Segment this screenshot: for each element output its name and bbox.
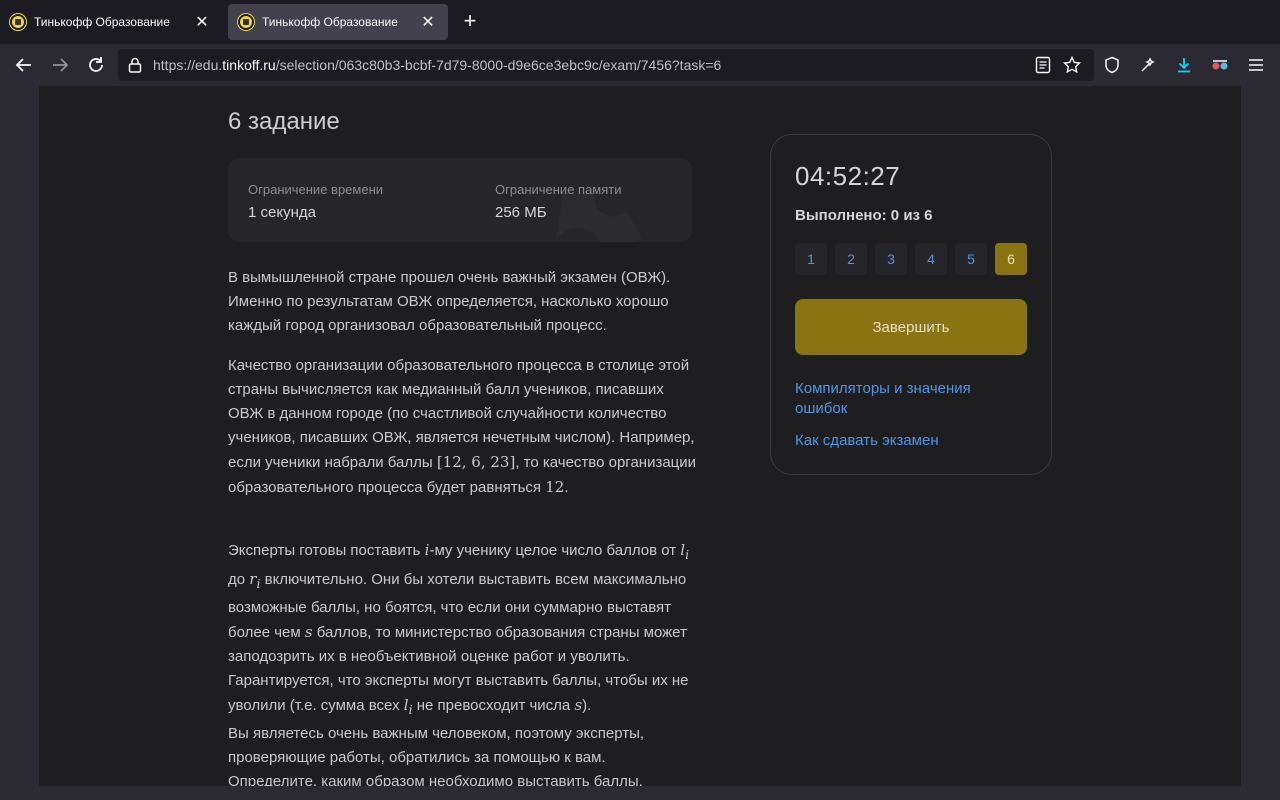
task-navigation: 1 2 3 4 5 6 <box>795 243 1027 275</box>
close-tab-icon[interactable]: ✕ <box>418 12 438 32</box>
statement-paragraph-1: В вымышленной стране прошел очень важный… <box>228 269 671 334</box>
browser-tab-2-active[interactable]: Тинькофф Образование ✕ <box>228 4 448 40</box>
exam-status-card: 04:52:27 Выполнено: 0 из 6 1 2 3 4 5 6 З… <box>770 134 1052 475</box>
reader-view-icon[interactable] <box>1035 56 1051 79</box>
statement-paragraph-4: Вы являетесь очень важным человеком, поэ… <box>228 725 645 786</box>
lock-icon[interactable] <box>128 57 142 78</box>
url-prefix: https://edu. <box>153 57 223 73</box>
back-arrow-icon[interactable] <box>12 53 36 77</box>
task-button-6-active[interactable]: 6 <box>995 243 1027 275</box>
statement-paragraph-3: Эксперты готовы поставить i -му ученику ц… <box>228 538 698 722</box>
finish-exam-button[interactable]: Завершить <box>795 299 1027 355</box>
menu-hamburger-icon[interactable] <box>1244 53 1268 77</box>
task-button-3[interactable]: 3 <box>875 243 907 275</box>
time-limit-value: 1 секунда <box>248 204 316 221</box>
compilers-link[interactable]: Компиляторы и значения ошибок <box>795 379 1025 419</box>
p3-text-a: Эксперты готовы поставить <box>228 542 425 559</box>
var-s: s <box>304 623 313 641</box>
tinkoff-favicon-icon <box>10 14 26 30</box>
exam-timer: 04:52:27 <box>795 161 901 191</box>
limits-panel: Ограничение времени 1 секунда Ограничени… <box>228 158 692 242</box>
p3-text-g: ). <box>582 697 592 714</box>
statement-paragraph-2: Качество организации образовательного пр… <box>228 354 698 500</box>
p2-text-c: . <box>564 479 569 496</box>
page-content: 6 задание Ограничение времени 1 секунда … <box>39 86 1241 786</box>
var-s: s <box>574 696 583 714</box>
tinkoff-favicon-icon <box>238 14 254 30</box>
url-path: /selection/063c80b3-bcbf-7d79-8000-d9e6c… <box>275 57 722 73</box>
task-button-2[interactable]: 2 <box>835 243 867 275</box>
new-tab-icon[interactable]: + <box>458 10 482 34</box>
reload-icon[interactable] <box>84 53 108 77</box>
time-limit: Ограничение времени 1 секунда <box>248 182 383 221</box>
window-bottom-edge <box>0 786 1280 800</box>
task-button-1[interactable]: 1 <box>795 243 827 275</box>
memory-limit: Ограничение памяти 256 МБ <box>495 182 622 221</box>
task-button-5[interactable]: 5 <box>955 243 987 275</box>
task-title: 6 задание <box>228 108 340 135</box>
var-sub-i: i <box>685 547 690 562</box>
bookmark-star-icon[interactable] <box>1062 55 1082 79</box>
memory-limit-value: 256 МБ <box>495 204 547 221</box>
how-to-take-exam-link[interactable]: Как сдавать экзамен <box>795 431 1025 451</box>
extension-icon[interactable] <box>1208 53 1232 77</box>
time-limit-label: Ограничение времени <box>248 182 384 197</box>
example-scores: [12, 6, 23] <box>436 453 516 471</box>
p3-text-b: -му ученику целое число баллов от <box>429 542 681 559</box>
tab-title: Тинькофф Образование <box>262 15 398 29</box>
shield-icon[interactable] <box>1100 53 1124 77</box>
download-icon[interactable] <box>1172 53 1196 77</box>
tab-title: Тинькофф Образование <box>34 15 170 29</box>
browser-tab-1[interactable]: Тинькофф Образование ✕ <box>0 4 222 40</box>
p3-text-c: до <box>228 571 250 588</box>
task-button-4[interactable]: 4 <box>915 243 947 275</box>
forward-arrow-icon[interactable] <box>48 53 72 77</box>
example-median: 12 <box>545 478 565 496</box>
url-host: tinkoff.ru <box>222 57 276 73</box>
navigation-bar: https://edu.tinkoff.ru/selection/063c80b… <box>0 44 1280 86</box>
close-tab-icon[interactable]: ✕ <box>192 12 212 32</box>
tab-strip: Тинькофф Образование ✕ Тинькофф Образова… <box>0 0 1280 44</box>
customize-brush-icon[interactable] <box>1136 53 1160 77</box>
memory-limit-label: Ограничение памяти <box>495 182 622 197</box>
address-bar[interactable]: https://edu.tinkoff.ru/selection/063c80b… <box>118 49 1094 81</box>
progress-text: Выполнено: 0 из 6 <box>795 207 933 224</box>
p3-text-f: не превосходит числа <box>412 697 575 714</box>
url-text: https://edu.tinkoff.ru/selection/063c80b… <box>153 57 721 73</box>
